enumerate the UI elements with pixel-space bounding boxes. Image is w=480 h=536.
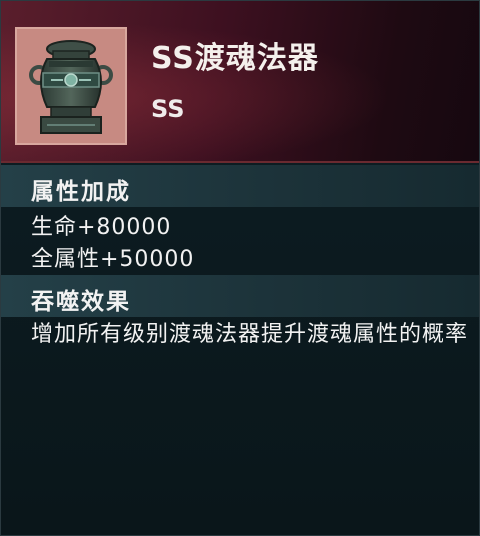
devour-description: 增加所有级别渡魂法器提升渡魂属性的概率 xyxy=(31,322,469,347)
attributes-section-header: 属性加成 xyxy=(1,165,479,207)
devour-section-header: 吞噬效果 xyxy=(1,275,479,317)
urn-icon xyxy=(29,40,113,134)
item-tooltip-panel: SS渡魂法器 SS 属性加成 生命+80000 全属性+50000 吞噬效果 增… xyxy=(0,0,480,536)
item-icon-frame xyxy=(15,27,127,145)
item-grade: SS xyxy=(151,95,185,123)
attribute-line-hp: 生命+80000 xyxy=(31,215,172,240)
attribute-line-all-stats: 全属性+50000 xyxy=(31,247,195,272)
item-name: SS渡魂法器 xyxy=(151,41,319,76)
devour-section-title: 吞噬效果 xyxy=(31,289,131,315)
attributes-section-title: 属性加成 xyxy=(31,179,131,205)
